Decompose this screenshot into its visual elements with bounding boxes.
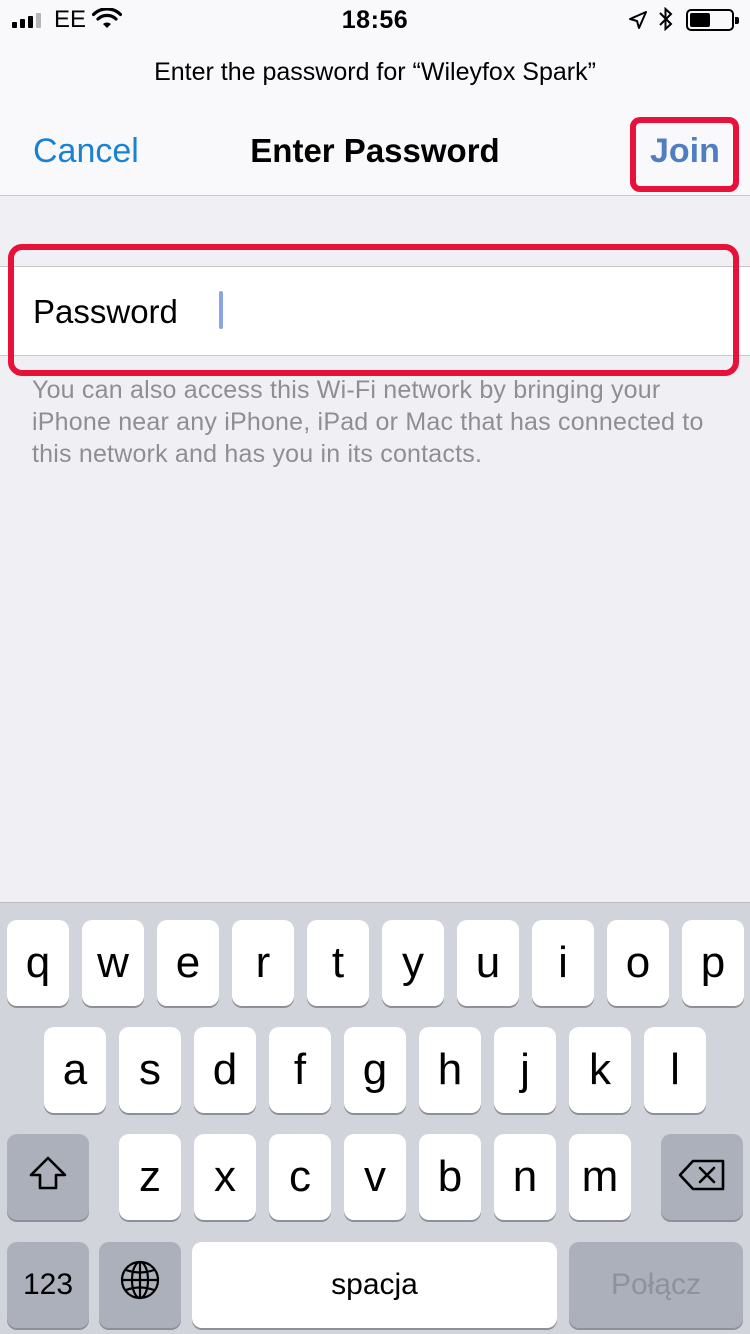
key-o[interactable]: o <box>607 920 669 1006</box>
numbers-key[interactable]: 123 <box>7 1242 89 1328</box>
key-v[interactable]: v <box>344 1134 406 1220</box>
key-e[interactable]: e <box>157 920 219 1006</box>
key-r[interactable]: r <box>232 920 294 1006</box>
status-bar: EE 18:56 <box>0 0 750 40</box>
bluetooth-icon <box>659 6 673 38</box>
globe-icon <box>119 1259 161 1312</box>
join-highlight-box <box>630 117 739 192</box>
cancel-button[interactable]: Cancel <box>33 132 139 171</box>
key-t[interactable]: t <box>307 920 369 1006</box>
backspace-key[interactable] <box>661 1134 743 1220</box>
key-h[interactable]: h <box>419 1027 481 1113</box>
key-y[interactable]: y <box>382 920 444 1006</box>
keyboard: q w e r t y u i o p a s d f g h j k l z … <box>0 902 750 1334</box>
space-key[interactable]: spacja <box>192 1242 557 1328</box>
key-m[interactable]: m <box>569 1134 631 1220</box>
shift-key[interactable] <box>7 1134 89 1220</box>
password-highlight-box <box>8 244 739 376</box>
battery-icon <box>686 9 739 31</box>
key-f[interactable]: f <box>269 1027 331 1113</box>
key-j[interactable]: j <box>494 1027 556 1113</box>
key-i[interactable]: i <box>532 920 594 1006</box>
network-prompt: Enter the password for “Wileyfox Spark” <box>154 58 596 86</box>
key-q[interactable]: q <box>7 920 69 1006</box>
connect-key[interactable]: Połącz <box>569 1242 743 1328</box>
hint-text: You can also access this Wi-Fi network b… <box>32 376 704 468</box>
key-b[interactable]: b <box>419 1134 481 1220</box>
key-l[interactable]: l <box>644 1027 706 1113</box>
key-a[interactable]: a <box>44 1027 106 1113</box>
key-x[interactable]: x <box>194 1134 256 1220</box>
globe-key[interactable] <box>99 1242 181 1328</box>
shift-icon <box>28 1152 68 1202</box>
key-g[interactable]: g <box>344 1027 406 1113</box>
key-k[interactable]: k <box>569 1027 631 1113</box>
key-z[interactable]: z <box>119 1134 181 1220</box>
key-d[interactable]: d <box>194 1027 256 1113</box>
key-s[interactable]: s <box>119 1027 181 1113</box>
key-w[interactable]: w <box>82 920 144 1006</box>
key-c[interactable]: c <box>269 1134 331 1220</box>
key-u[interactable]: u <box>457 920 519 1006</box>
location-icon <box>628 9 648 37</box>
backspace-icon <box>678 1152 726 1202</box>
key-p[interactable]: p <box>682 920 744 1006</box>
key-n[interactable]: n <box>494 1134 556 1220</box>
